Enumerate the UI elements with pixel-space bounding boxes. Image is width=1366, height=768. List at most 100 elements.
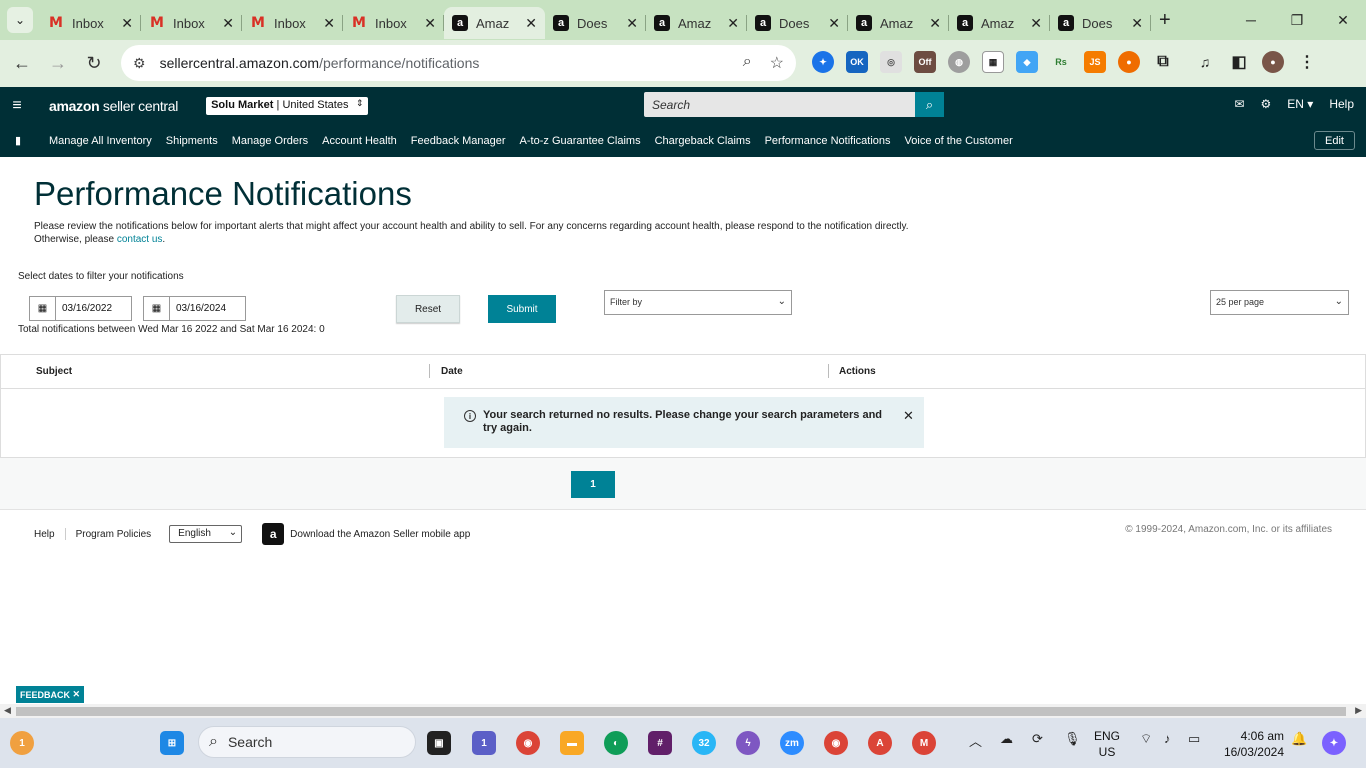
column-subject[interactable]: Subject: [36, 366, 72, 377]
zoom-icon[interactable]: ⌕: [743, 53, 752, 73]
edit-nav-button[interactable]: Edit: [1314, 131, 1355, 150]
search-input[interactable]: Search: [644, 92, 915, 117]
taskbar-search[interactable]: ⌕ Search: [198, 726, 416, 758]
close-tab-icon[interactable]: ✕: [424, 15, 436, 32]
start-date-input[interactable]: ▦ 03/16/2022: [29, 296, 132, 321]
scrollbar-thumb[interactable]: [16, 707, 1346, 716]
restore-icon[interactable]: ❐: [1274, 0, 1320, 40]
hamburger-menu-icon[interactable]: ≡: [0, 97, 34, 115]
help-link[interactable]: Help: [1329, 97, 1354, 111]
profile-avatar[interactable]: ●: [1262, 51, 1284, 73]
end-date-input[interactable]: ▦ 03/16/2024: [143, 296, 246, 321]
download-app-link[interactable]: Download the Amazon Seller mobile app: [290, 529, 470, 540]
calendar-icon[interactable]: ▦: [30, 297, 56, 320]
wifi-icon[interactable]: ⌔: [1140, 731, 1152, 747]
close-tab-icon[interactable]: ✕: [828, 15, 840, 32]
chrome-profile-a-icon[interactable]: A: [868, 731, 892, 755]
close-tab-icon[interactable]: ✕: [121, 15, 133, 32]
reset-button[interactable]: Reset: [396, 295, 460, 323]
browser-tab[interactable]: M Inbox ✕: [40, 7, 141, 39]
chrome-icon[interactable]: ◉: [516, 731, 540, 755]
store-switcher[interactable]: Solu Market | United States ⇕: [206, 96, 369, 115]
windows-start-icon[interactable]: ⊞: [160, 731, 184, 755]
forward-button[interactable]: →: [40, 46, 76, 82]
close-window-icon[interactable]: ✕: [1320, 0, 1366, 40]
browser-tab[interactable]: a Does ✕: [1050, 7, 1151, 39]
program-policies-link[interactable]: Program Policies: [76, 529, 152, 540]
search-button[interactable]: ⌕: [915, 92, 944, 117]
new-tab-button[interactable]: +: [1159, 9, 1171, 32]
close-tab-icon[interactable]: ✕: [1131, 15, 1143, 32]
site-info-icon[interactable]: ⚙: [133, 55, 146, 72]
extension-off-icon[interactable]: Off: [914, 51, 936, 73]
browser-tab[interactable]: a Amaz ✕: [848, 7, 949, 39]
volume-icon[interactable]: ♪: [1164, 731, 1171, 746]
nav-item[interactable]: Performance Notifications: [765, 135, 891, 147]
minimize-icon[interactable]: ─: [1228, 0, 1274, 40]
horizontal-scrollbar[interactable]: ◀ ▶: [0, 704, 1366, 718]
close-tab-icon[interactable]: ✕: [525, 15, 537, 32]
chrome-profile-icon[interactable]: ◉: [824, 731, 848, 755]
tab-search-button[interactable]: ⌄: [7, 7, 33, 33]
nav-item[interactable]: Manage Orders: [232, 135, 308, 147]
mail-icon[interactable]: ✉: [1234, 97, 1244, 111]
extension-ok-icon[interactable]: OK: [846, 51, 868, 73]
column-date[interactable]: Date: [441, 366, 463, 377]
task-view-icon[interactable]: ▣: [427, 731, 451, 755]
close-tab-icon[interactable]: ✕: [626, 15, 638, 32]
close-tab-icon[interactable]: ✕: [222, 15, 234, 32]
messenger-icon[interactable]: ϟ: [736, 731, 760, 755]
footer-language-select[interactable]: English ⌄: [169, 525, 243, 543]
filter-by-select[interactable]: Filter by ⌄: [604, 290, 792, 315]
slack-icon[interactable]: #: [648, 731, 672, 755]
browser-tab[interactable]: a Amaz ✕: [949, 7, 1050, 39]
nav-item[interactable]: Chargeback Claims: [655, 135, 751, 147]
contact-us-link[interactable]: contact us: [117, 234, 163, 245]
language-selector[interactable]: EN ▾: [1287, 97, 1313, 111]
browser-tab[interactable]: M Inbox ✕: [141, 7, 242, 39]
gear-icon[interactable]: ⚙: [1261, 97, 1272, 111]
scroll-left-icon[interactable]: ◀: [4, 705, 11, 716]
bookmark-icon[interactable]: ▮: [0, 134, 36, 147]
notification-bell-icon[interactable]: 🔔: [1291, 731, 1307, 747]
copilot-icon[interactable]: ✦: [1322, 731, 1346, 755]
extension-icon[interactable]: ◆: [1016, 51, 1038, 73]
browser-tab[interactable]: M Inbox ✕: [242, 7, 343, 39]
tray-overflow-icon[interactable]: ︿: [969, 731, 982, 750]
side-panel-icon[interactable]: ◧: [1228, 51, 1250, 73]
chrome-profile-m-icon[interactable]: M: [912, 731, 936, 755]
input-language[interactable]: ENG US: [1094, 728, 1120, 760]
seller-central-logo[interactable]: amazon seller central: [49, 98, 178, 114]
extension-icon[interactable]: ◎: [880, 51, 902, 73]
teams-icon[interactable]: 1: [472, 731, 496, 755]
browser-tab[interactable]: a Does ✕: [747, 7, 848, 39]
close-tab-icon[interactable]: ✕: [323, 15, 335, 32]
per-page-select[interactable]: 25 per page ⌄: [1210, 290, 1349, 315]
calendar-icon[interactable]: ▦: [144, 297, 170, 320]
page-button-1[interactable]: 1: [571, 471, 615, 498]
menu-dots-icon[interactable]: ⋮: [1296, 51, 1318, 73]
browser-tab[interactable]: a Amaz ✕: [444, 7, 545, 39]
bookmark-star-icon[interactable]: ☆: [770, 53, 784, 73]
reload-button[interactable]: ↻: [76, 46, 112, 82]
browser-tab[interactable]: M Inbox ✕: [343, 7, 444, 39]
puzzle-icon[interactable]: ⧉: [1152, 51, 1174, 73]
address-bar[interactable]: ⚙ sellercentral.amazon.com/performance/n…: [121, 45, 796, 81]
close-tab-icon[interactable]: ✕: [929, 15, 941, 32]
nav-item[interactable]: Feedback Manager: [411, 135, 506, 147]
scroll-right-icon[interactable]: ▶: [1355, 705, 1362, 716]
battery-icon[interactable]: ▭: [1188, 731, 1200, 747]
nav-item[interactable]: Shipments: [166, 135, 218, 147]
globe-icon[interactable]: ◍: [948, 51, 970, 73]
microphone-icon[interactable]: 🎙: [1064, 731, 1081, 747]
submit-button[interactable]: Submit: [488, 295, 556, 323]
close-tab-icon[interactable]: ✕: [727, 15, 739, 32]
qr-icon[interactable]: ▦: [982, 51, 1004, 73]
nav-item[interactable]: Voice of the Customer: [905, 135, 1013, 147]
onedrive-icon[interactable]: ☁: [1000, 731, 1013, 747]
feedback-button[interactable]: FEEDBACK ✕: [16, 686, 84, 703]
edge-icon[interactable]: ◐: [604, 731, 628, 755]
close-tab-icon[interactable]: ✕: [1030, 15, 1042, 32]
extension-icon[interactable]: ●: [1118, 51, 1140, 73]
extension-rs-icon[interactable]: Rs: [1050, 51, 1072, 73]
